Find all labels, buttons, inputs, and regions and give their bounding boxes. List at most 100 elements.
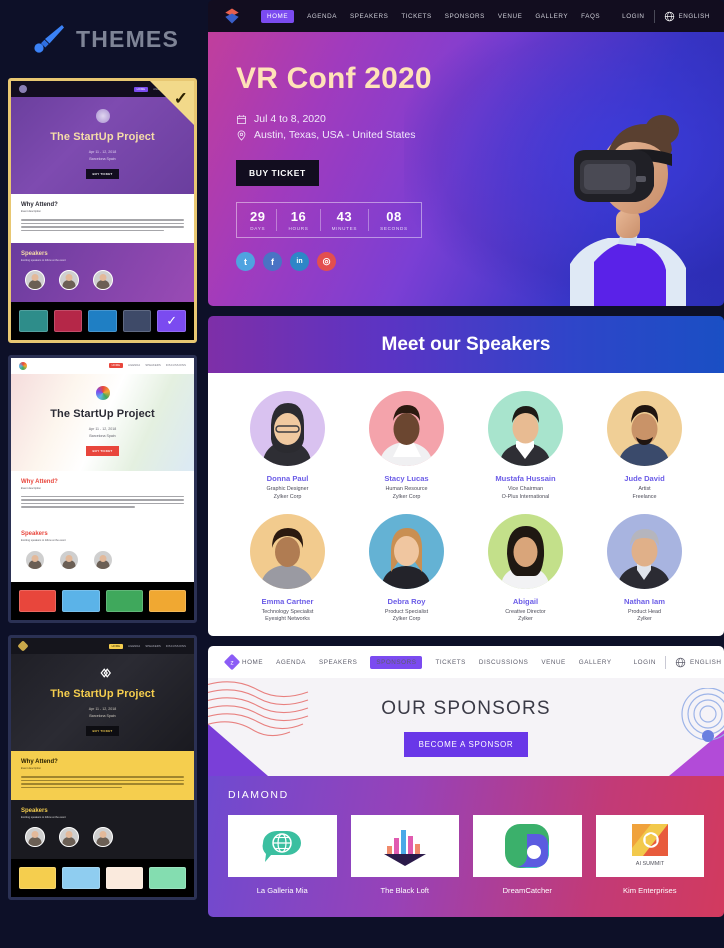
theme-hero-logo-icon (95, 109, 110, 123)
theme-card-light[interactable]: HOME AGENDA SPEAKERS DISCUSSIONS The Sta… (8, 354, 197, 624)
theme-hero-date: Apr 11 - 12, 2018 (88, 150, 117, 154)
speaker-card[interactable]: Debra Roy Product Specialist Zylker Corp (352, 513, 462, 622)
sponsor-card[interactable]: The Black Loft (350, 815, 459, 895)
theme-card-purple[interactable]: ✓ HOME AGENDA SPEAKERS The StartUp Proje… (8, 78, 197, 343)
instagram-icon[interactable]: ◎ (317, 252, 336, 271)
avatar (607, 513, 682, 589)
mini-nav-link: SPEAKERS (145, 644, 161, 648)
countdown-value: 08 (386, 209, 402, 224)
theme-logo-icon (17, 640, 29, 652)
avatar (250, 513, 325, 589)
mini-nav-link: HOME (108, 363, 124, 369)
nav-item-speakers[interactable]: SPEAKERS (319, 659, 357, 666)
color-swatch[interactable] (105, 590, 143, 613)
nav-item-speakers[interactable]: SPEAKERS (350, 13, 388, 20)
speaker-role: Technology Specialist (261, 608, 314, 615)
hero-location: Austin, Texas, USA - United States (254, 129, 416, 141)
speaker-card[interactable]: Mustafa Hussain Vice Chairman O-Plus Int… (471, 391, 581, 500)
color-swatch[interactable] (148, 866, 186, 889)
hero-location-row: Austin, Texas, USA - United States (236, 129, 724, 141)
login-link[interactable]: LOGIN (634, 659, 656, 666)
color-swatch[interactable] (19, 590, 57, 613)
color-swatch[interactable] (105, 866, 143, 889)
nav-item-faqs[interactable]: FAQS (581, 13, 600, 20)
color-swatch[interactable] (53, 309, 83, 332)
nav-item-gallery[interactable]: GALLERY (535, 13, 568, 20)
sponsors-preview-block: z HOME AGENDA SPEAKERS SPONSORS TICKETS … (208, 646, 724, 917)
site-navbar: HOME AGENDA SPEAKERS TICKETS SPONSORS VE… (208, 0, 724, 32)
color-swatch[interactable] (62, 590, 100, 613)
nav-item-agenda[interactable]: AGENDA (307, 13, 337, 20)
speaker-org: Zylker Corp (392, 493, 421, 500)
theme-speakers-subtitle: Exciting speakers to follow at the event (21, 815, 66, 819)
theme-card-dark-gold[interactable]: HOME AGENDA SPEAKERS DISCUSSIONS The Sta… (8, 635, 197, 900)
language-selector[interactable]: ENGLISH (664, 11, 711, 22)
theme-why-attend-section: Why Attend? Event description (11, 751, 194, 800)
nav-item-sponsors[interactable]: SPONSORS (445, 13, 485, 20)
nav-item-tickets[interactable]: TICKETS (435, 659, 465, 666)
theme-hero-title: The StartUp Project (50, 131, 155, 143)
avatar (25, 826, 45, 847)
avatar (250, 391, 325, 466)
color-swatch[interactable] (148, 590, 186, 613)
color-swatch-selected[interactable]: ✓ (157, 309, 186, 332)
nav-item-tickets[interactable]: TICKETS (401, 13, 431, 20)
color-swatch[interactable] (88, 309, 117, 332)
sponsor-name: DreamCatcher (502, 886, 552, 895)
twitter-icon[interactable]: t (236, 252, 255, 271)
globe-icon (664, 11, 674, 21)
nav-item-venue[interactable]: VENUE (498, 13, 522, 20)
speaker-card[interactable]: Jude David Artist Freelance (590, 391, 700, 500)
language-selector[interactable]: ENGLISH (675, 657, 722, 668)
nav-right-group: LOGIN ENGLISH (622, 9, 711, 23)
chevron-logo-icon[interactable] (222, 6, 242, 26)
avatar (59, 269, 79, 290)
sponsor-card[interactable]: La Galleria Mia (228, 815, 337, 895)
speaker-role: Creative Director (505, 608, 546, 615)
theme-hero-location: Barcelona Spain (89, 433, 116, 438)
speaker-card[interactable]: Abigail Creative Director Zylker (471, 513, 581, 622)
linkedin-icon[interactable]: in (290, 252, 309, 271)
sponsor-card[interactable]: DreamCatcher (473, 815, 582, 895)
check-icon: ✓ (166, 312, 178, 328)
speaker-card[interactable]: Emma Cartner Technology Specialist Eyesi… (233, 513, 343, 622)
color-swatch[interactable] (19, 309, 48, 332)
sponsor-card[interactable]: AI SUMMIT Kim Enterprises (595, 815, 704, 895)
speaker-card[interactable]: Nathan Iam Product Head Zylker (590, 513, 700, 622)
map-pin-icon (237, 130, 246, 141)
facebook-icon[interactable]: f (263, 252, 282, 271)
nav-links: HOME AGENDA SPEAKERS TICKETS SPONSORS VE… (260, 9, 600, 23)
speakers-header: Meet our Speakers (208, 316, 724, 373)
color-swatch[interactable] (62, 866, 100, 889)
theme-mini-nav: HOME AGENDA SPEAKERS DISCUSSIONS (11, 638, 194, 655)
color-swatch[interactable] (19, 866, 57, 889)
speaker-card[interactable]: Donna Paul Graphic Designer Zylker Corp (233, 391, 343, 500)
buy-ticket-button[interactable]: BUY TICKET (236, 160, 319, 186)
theme-mini-hero: The StartUp Project Apr 11 - 12, 2018 Ba… (11, 654, 194, 752)
mini-nav-link: AGENDA (128, 364, 141, 368)
nav-item-discussions[interactable]: DISCUSSIONS (479, 659, 528, 666)
speaker-name: Mustafa Hussain (495, 474, 556, 483)
become-sponsor-button[interactable]: BECOME A SPONSOR (403, 731, 529, 757)
theme-hero-logo-icon (95, 385, 110, 400)
color-swatch[interactable] (122, 309, 152, 332)
speaker-card[interactable]: Stacy Lucas Human Resource Zylker Corp (352, 391, 462, 500)
login-link[interactable]: LOGIN (622, 13, 644, 20)
theme-section-subtitle: Event description (21, 767, 41, 771)
theme-speakers-title: Speakers (21, 807, 48, 814)
theme-section-title: Why Attend? (21, 478, 58, 485)
paintbrush-icon (34, 25, 64, 53)
nav-item-gallery[interactable]: GALLERY (579, 659, 612, 666)
nav-item-sponsors[interactable]: SPONSORS (370, 655, 423, 669)
speaker-org: Freelance (632, 493, 657, 500)
avatar (93, 826, 113, 847)
nav-item-home[interactable]: HOME (260, 9, 295, 23)
nav-item-agenda[interactable]: AGENDA (276, 659, 306, 666)
theme-hero-button: BUY TICKET (85, 169, 120, 180)
speaker-org: Zylker (518, 616, 533, 622)
nav-item-home[interactable]: HOME (242, 659, 263, 666)
diamond-logo-icon[interactable]: z (222, 652, 242, 672)
language-label: ENGLISH (678, 12, 710, 20)
calendar-icon (236, 114, 247, 124)
nav-item-venue[interactable]: VENUE (541, 659, 565, 666)
